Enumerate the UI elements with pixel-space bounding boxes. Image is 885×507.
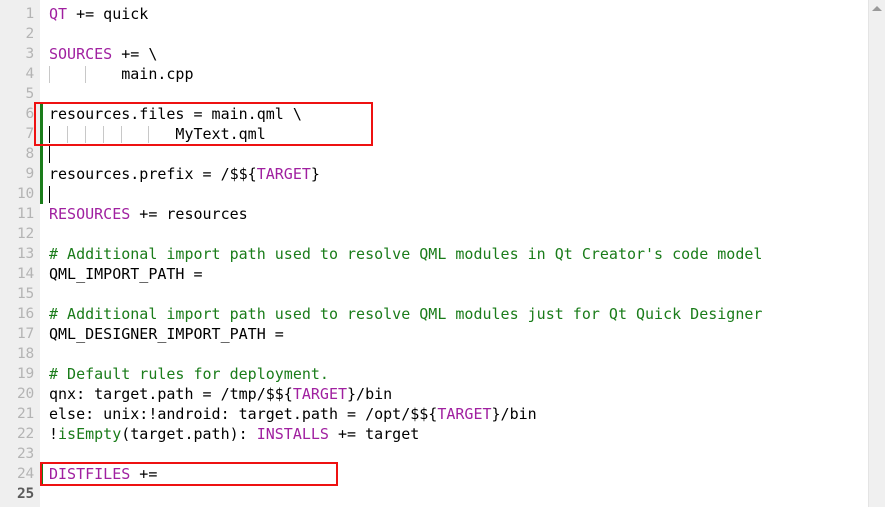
code-line[interactable]: QT += quick (40, 4, 885, 24)
code-line[interactable]: !isEmpty(target.path): INSTALLS += targe… (40, 424, 885, 444)
code-token: }/bin (347, 385, 393, 403)
code-line[interactable]: # Default rules for deployment. (40, 364, 885, 384)
line-number: 21 (16, 406, 34, 422)
line-number: 3 (25, 46, 34, 62)
line-number: 16 (16, 306, 34, 322)
code-line[interactable] (40, 184, 885, 204)
line-number: 10 (16, 186, 34, 202)
code-token: isEmpty (58, 425, 122, 443)
code-token: resources.files = main.qml \ (49, 105, 302, 123)
line-number: 4 (25, 66, 34, 82)
line-number: 20 (16, 386, 34, 402)
code-token: QML_DESIGNER_IMPORT_PATH = (49, 325, 284, 343)
code-token: }/bin (491, 405, 537, 423)
code-token: # Additional import path used to resolve… (49, 305, 763, 323)
line-number: 15 (16, 286, 34, 302)
line-number: 23 (16, 446, 34, 462)
text-cursor (49, 126, 50, 143)
code-token: += (130, 465, 158, 483)
line-number: 11 (16, 206, 34, 222)
code-line[interactable] (40, 224, 885, 244)
code-token: # Additional import path used to resolve… (49, 245, 763, 263)
code-token: += quick (67, 5, 149, 23)
line-number: 5 (25, 86, 34, 102)
line-number: 18 (16, 346, 34, 362)
code-line[interactable]: main.cpp (40, 64, 885, 84)
text-cursor (49, 146, 50, 163)
code-token: += \ (112, 45, 158, 63)
code-token: TARGET (292, 385, 348, 403)
code-token: (target.path): (121, 425, 257, 443)
scroll-up-button[interactable] (869, 0, 885, 16)
code-token: MyText.qml (49, 125, 266, 143)
code-token: resources.prefix = /$${ (49, 165, 257, 183)
code-line[interactable]: DISTFILES += (40, 464, 885, 484)
code-token: QT (49, 5, 68, 23)
line-number-gutter[interactable]: 1 2 3 4 5 6 7 8 9 10 11 12 13 14 15 16 17 18 19 20 21 22 23 24 2… (0, 0, 40, 507)
code-token: += target (328, 425, 420, 443)
scrollbar-thumb[interactable] (871, 17, 884, 487)
code-token: ! (49, 425, 59, 443)
code-line[interactable]: SOURCES += \ (40, 44, 885, 64)
line-number: 22 (16, 426, 34, 442)
code-line[interactable] (40, 284, 885, 304)
vertical-scrollbar[interactable] (868, 0, 885, 507)
code-line[interactable] (40, 484, 885, 504)
code-token: TARGET (437, 405, 492, 423)
line-number: 13 (16, 246, 34, 262)
code-line[interactable] (40, 144, 885, 164)
code-line[interactable]: # Additional import path used to resolve… (40, 304, 885, 324)
code-token: qnx: target.path = /tmp/$${ (49, 385, 293, 403)
code-line[interactable]: # Additional import path used to resolve… (40, 244, 885, 264)
change-marker (40, 104, 43, 204)
line-number: 25 (16, 486, 34, 502)
line-number: 1 (25, 6, 34, 22)
code-token: # Default rules for deployment. (49, 365, 329, 383)
code-line[interactable] (40, 84, 885, 104)
code-token: else: unix:!android: target.path = /opt/… (49, 405, 438, 423)
code-token: } (310, 165, 320, 183)
line-number: 2 (25, 26, 34, 42)
code-line[interactable]: MyText.qml (40, 124, 885, 144)
code-text-area[interactable]: QT += quick SOURCES += \ main.cpp resour… (40, 0, 885, 507)
code-line[interactable]: qnx: target.path = /tmp/$${TARGET}/bin (40, 384, 885, 404)
code-line[interactable] (40, 344, 885, 364)
code-token: main.cpp (49, 65, 194, 83)
code-line[interactable]: RESOURCES += resources (40, 204, 885, 224)
code-line[interactable] (40, 24, 885, 44)
line-number: 19 (16, 366, 34, 382)
code-editor[interactable]: 1 2 3 4 5 6 7 8 9 10 11 12 13 14 15 16 17 18 19 20 21 22 23 24 2… (0, 0, 885, 507)
line-number: 9 (25, 166, 34, 182)
code-line[interactable]: resources.files = main.qml \ (40, 104, 885, 124)
code-line[interactable]: QML_DESIGNER_IMPORT_PATH = (40, 324, 885, 344)
code-token: SOURCES (49, 45, 113, 63)
code-line[interactable] (40, 444, 885, 464)
code-token: TARGET (256, 165, 311, 183)
line-number: 7 (25, 126, 34, 142)
code-line[interactable]: QML_IMPORT_PATH = (40, 264, 885, 284)
line-number: 8 (25, 146, 34, 162)
line-number: 17 (16, 326, 34, 342)
code-line[interactable]: else: unix:!android: target.path = /opt/… (40, 404, 885, 424)
change-marker (40, 464, 43, 484)
code-token: RESOURCES (49, 205, 131, 223)
line-number: 24 (16, 466, 34, 482)
line-number: 12 (16, 226, 34, 242)
code-token: += resources (130, 205, 248, 223)
code-token: DISTFILES (49, 465, 131, 483)
line-number: 6 (25, 106, 34, 122)
text-cursor (49, 186, 50, 203)
code-token: INSTALLS (256, 425, 329, 443)
code-line[interactable]: resources.prefix = /$${TARGET} (40, 164, 885, 184)
triangle-up-icon (872, 5, 882, 11)
line-number: 14 (16, 266, 34, 282)
code-token: QML_IMPORT_PATH = (49, 265, 203, 283)
